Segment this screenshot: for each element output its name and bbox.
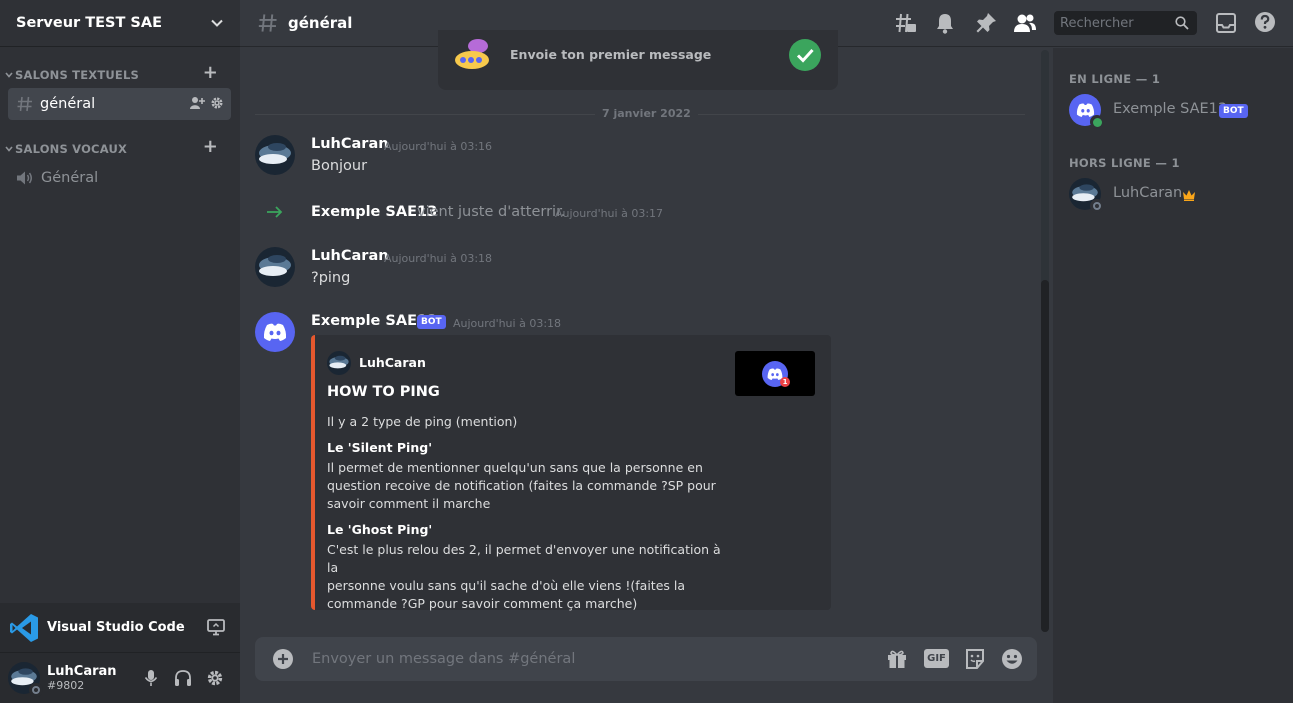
bot-badge: BOT	[1219, 104, 1248, 118]
member-item-luhcaran[interactable]	[1069, 178, 1104, 213]
message-text: Bonjour	[311, 158, 368, 174]
join-arrow-icon	[266, 205, 284, 219]
user-name: LuhCaran	[47, 664, 117, 679]
chevron-down-icon	[5, 72, 13, 78]
search-icon	[1175, 16, 1189, 30]
message-author[interactable]: LuhCaran	[311, 136, 389, 152]
bell-icon[interactable]	[935, 12, 955, 34]
channel-title: général	[288, 14, 353, 32]
category-label: SALONS VOCAUX	[15, 142, 128, 156]
embed-field-value: Il permet de mentionner quelqu'un sans q…	[327, 460, 716, 511]
activity-panel: Visual Studio Code	[0, 603, 240, 653]
gear-icon[interactable]	[206, 669, 224, 687]
add-attachment-icon[interactable]	[272, 648, 294, 670]
hashtag-icon	[16, 95, 34, 113]
embed-author-avatar	[327, 351, 351, 375]
category-voice-channels[interactable]: SALONS VOCAUX +	[4, 136, 236, 157]
chevron-down-icon	[5, 146, 13, 152]
headphones-icon[interactable]	[174, 669, 192, 687]
welcome-text: Envoie ton premier message	[510, 47, 712, 62]
screen-share-icon[interactable]	[207, 618, 225, 636]
server-header[interactable]: Serveur TEST SAE	[0, 0, 240, 47]
inbox-icon[interactable]	[1215, 12, 1237, 34]
channel-label: Général	[41, 170, 99, 186]
hashtag-icon	[257, 12, 279, 34]
emoji-icon[interactable]	[1001, 648, 1023, 670]
embed-field-name: Le 'Ghost Ping'	[327, 522, 433, 537]
vscode-icon	[8, 612, 40, 644]
sticker-icon[interactable]	[964, 648, 986, 670]
chevron-down-icon[interactable]	[210, 16, 224, 30]
message-input[interactable]	[312, 651, 872, 667]
discord-logo-icon	[263, 323, 287, 341]
embed-field-name: Le 'Silent Ping'	[327, 440, 433, 455]
gift-icon[interactable]	[886, 648, 908, 670]
add-channel-icon[interactable]: +	[203, 62, 218, 83]
channel-item-voice-general[interactable]: Général	[8, 162, 231, 194]
member-name[interactable]: Exemple SAE13	[1113, 101, 1227, 117]
threads-icon[interactable]	[895, 12, 917, 34]
message-timestamp: Aujourd'hui à 03:17	[555, 207, 664, 220]
microphone-icon[interactable]	[143, 669, 159, 687]
activity-label: Visual Studio Code	[47, 620, 185, 635]
member-name[interactable]: LuhCaran	[1113, 185, 1182, 201]
embed-thumbnail[interactable]: 1	[735, 351, 815, 396]
user-panel: LuhCaran #9802	[0, 653, 240, 703]
notification-badge: 1	[780, 377, 790, 387]
speaker-icon	[16, 170, 33, 186]
bot-badge: BOT	[417, 315, 446, 329]
members-online-header: EN LIGNE — 1	[1069, 72, 1161, 86]
user-tag: #9802	[47, 679, 85, 692]
embed-field-value: C'est le plus relou des 2, il permet d'e…	[327, 542, 721, 611]
search-placeholder: Rechercher	[1060, 15, 1134, 31]
pin-icon[interactable]	[975, 12, 997, 34]
scrollbar-thumb[interactable]	[1041, 280, 1049, 632]
channel-item-general[interactable]: général	[8, 88, 231, 120]
bot-avatar[interactable]	[255, 312, 295, 352]
message-author[interactable]: LuhCaran	[311, 248, 389, 264]
date-divider-label: 7 janvier 2022	[595, 107, 698, 120]
avatar[interactable]	[255, 247, 295, 287]
server-name: Serveur TEST SAE	[16, 15, 162, 31]
members-icon[interactable]	[1013, 12, 1037, 34]
join-text: vient juste d'atterrir.	[417, 204, 566, 220]
embed-description: Il y a 2 type de ping (mention)	[327, 414, 518, 429]
search-input[interactable]: Rechercher	[1054, 11, 1197, 35]
gif-button[interactable]: GIF	[924, 649, 949, 668]
avatar[interactable]	[255, 135, 295, 175]
message-composer: GIF	[255, 637, 1037, 681]
member-item-exemple-sae13[interactable]	[1069, 94, 1104, 129]
category-text-channels[interactable]: SALONS TEXTUELS +	[4, 62, 236, 83]
message-timestamp: Aujourd'hui à 03:18	[384, 252, 493, 265]
gear-icon[interactable]	[210, 96, 224, 110]
message-timestamp: Aujourd'hui à 03:16	[384, 140, 493, 153]
crown-icon	[1182, 189, 1196, 201]
help-icon[interactable]	[1254, 11, 1276, 33]
member-list	[1053, 48, 1293, 703]
channel-label: général	[40, 96, 96, 112]
members-offline-header: HORS LIGNE — 1	[1069, 156, 1180, 170]
embed-author[interactable]: LuhCaran	[359, 355, 426, 370]
embed-title: HOW TO PING	[327, 384, 440, 400]
avatar[interactable]	[8, 662, 43, 697]
status-offline-icon	[29, 683, 43, 697]
category-label: SALONS TEXTUELS	[15, 68, 140, 82]
check-circle-icon	[789, 39, 821, 71]
message-timestamp: Aujourd'hui à 03:18	[453, 317, 562, 330]
discord-logo-icon	[1076, 103, 1094, 117]
add-channel-icon[interactable]: +	[203, 136, 218, 157]
status-online-icon	[1090, 115, 1104, 129]
status-offline-icon	[1090, 199, 1104, 213]
invite-icon[interactable]	[190, 96, 205, 110]
message-text: ?ping	[311, 270, 351, 286]
welcome-card: Envoie ton premier message	[438, 30, 838, 90]
message-bubble-icon	[452, 36, 494, 70]
